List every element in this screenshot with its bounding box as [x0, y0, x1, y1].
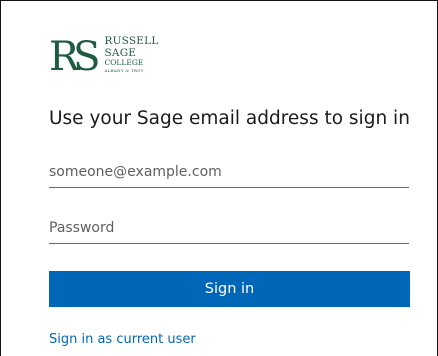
sign-in-current-user-link[interactable]: Sign in as current user [49, 332, 196, 347]
page-title: Use your Sage email address to sign in [49, 108, 410, 129]
password-field-container [49, 213, 409, 244]
logo-line-1: RUSSELL [104, 35, 159, 47]
password-field[interactable] [49, 213, 409, 243]
logo-monogram: RS [49, 34, 100, 80]
logo-line-4: ALBANY & TROY [104, 67, 144, 73]
logo-line-3: COLLEGE [104, 58, 144, 67]
signin-panel: RS RUSSELL SAGE COLLEGE ALBANY & TROY Us… [0, 0, 438, 356]
logo-wordmark: RUSSELL SAGE COLLEGE ALBANY & TROY [105, 36, 159, 73]
email-field-container [49, 157, 409, 188]
logo-line-2: SAGE [104, 46, 137, 59]
russell-sage-logo: RS RUSSELL SAGE COLLEGE ALBANY & TROY [49, 36, 159, 78]
sign-in-button[interactable]: Sign in [49, 271, 410, 307]
email-field[interactable] [49, 157, 409, 187]
